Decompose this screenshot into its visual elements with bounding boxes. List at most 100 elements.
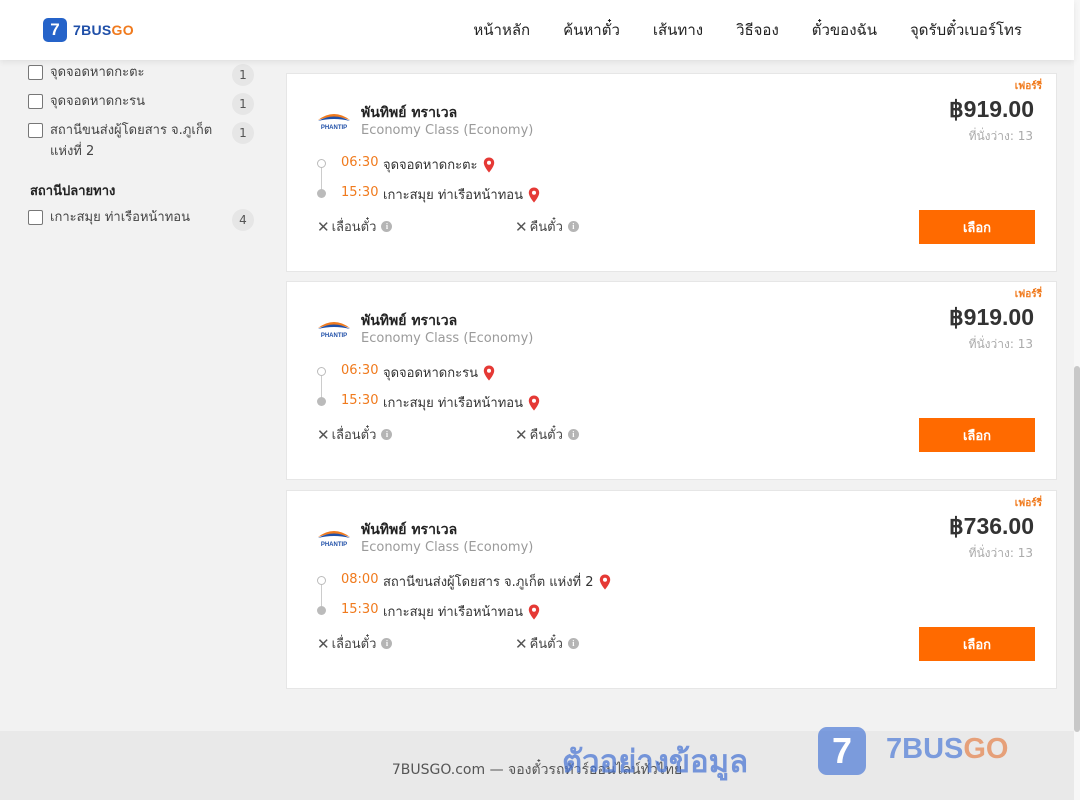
reschedule-policy: ✕ เลื่อนตั๋ว i bbox=[317, 216, 393, 237]
seats-available: ที่นั่งว่าง: 13 bbox=[968, 337, 1033, 351]
filter-count-badge: 1 bbox=[232, 122, 254, 144]
ferry-tag: เฟอร์รี่ bbox=[1014, 498, 1042, 509]
reschedule-label: เลื่อนตั๋ว bbox=[331, 220, 377, 235]
operator-logo: PHANTIP bbox=[318, 531, 350, 548]
filter-origin-item[interactable]: จุดจอดหาดกะตะ 1 bbox=[28, 62, 256, 86]
ferry-tag: เฟอร์รี่ bbox=[1014, 81, 1042, 92]
info-icon[interactable]: i bbox=[381, 221, 393, 232]
nav-routes[interactable]: เส้นทาง bbox=[653, 18, 703, 42]
nav-home[interactable]: หน้าหลัก bbox=[473, 18, 530, 42]
map-pin-icon[interactable] bbox=[528, 395, 540, 411]
select-trip-button[interactable]: เลือก bbox=[919, 418, 1035, 452]
nav-how-to-book[interactable]: วิธีจอง bbox=[736, 18, 779, 42]
timeline-start-dot bbox=[317, 576, 326, 585]
seats-available: ที่นั่งว่าง: 13 bbox=[968, 546, 1033, 560]
reschedule-label: เลื่อนตั๋ว bbox=[331, 637, 377, 652]
info-icon[interactable]: i bbox=[381, 429, 393, 440]
depart-time: 08:00 bbox=[341, 572, 379, 587]
seat-class: Economy Class (Economy) bbox=[361, 331, 534, 346]
refund-label: คืนตั๋ว bbox=[529, 637, 563, 652]
scrollbar-thumb[interactable] bbox=[1074, 366, 1080, 732]
operator-logo-text: PHANTIP bbox=[321, 542, 347, 548]
operator-logo: PHANTIP bbox=[318, 322, 350, 339]
trip-card: เฟอร์รี่ PHANTIP พันทิพย์ ทราเวล Economy… bbox=[286, 281, 1057, 480]
trip-card: เฟอร์รี่ PHANTIP พันทิพย์ ทราเวล Economy… bbox=[286, 490, 1057, 689]
x-icon: ✕ bbox=[317, 634, 330, 653]
refund-policy: ✕ คืนตั๋ว i bbox=[515, 424, 579, 445]
watermark-brand: 7BUSGO bbox=[886, 733, 1008, 766]
operator-logo-text: PHANTIP bbox=[321, 333, 347, 339]
filter-checkbox[interactable] bbox=[28, 65, 43, 80]
logo-brand: 7BUS bbox=[73, 22, 112, 38]
arrive-time: 15:30 bbox=[341, 393, 379, 408]
filter-origin-item[interactable]: จุดจอดหาดกะรน 1 bbox=[28, 91, 256, 115]
watermark-caption: ตัวอย่างข้อมูล bbox=[562, 744, 749, 780]
seats-available: ที่นั่งว่าง: 13 bbox=[968, 129, 1033, 143]
map-pin-icon[interactable] bbox=[599, 574, 611, 590]
arrive-time: 15:30 bbox=[341, 185, 379, 200]
watermark-brand-main: 7BUS bbox=[886, 733, 964, 765]
filter-checkbox[interactable] bbox=[28, 94, 43, 109]
refund-policy: ✕ คืนตั๋ว i bbox=[515, 633, 579, 654]
timeline-end-dot bbox=[317, 397, 326, 406]
logo-brand-accent: GO bbox=[111, 22, 134, 38]
x-icon: ✕ bbox=[317, 425, 330, 444]
trip-price: ฿919.00 bbox=[949, 96, 1034, 122]
reschedule-policy: ✕ เลื่อนตั๋ว i bbox=[317, 633, 393, 654]
depart-time: 06:30 bbox=[341, 155, 379, 170]
arrive-place: เกาะสมุย ท่าเรือหน้าทอน bbox=[383, 601, 540, 622]
operator-name: พันทิพย์ ทราเวล bbox=[361, 105, 458, 121]
map-pin-icon[interactable] bbox=[528, 187, 540, 203]
trip-price: ฿736.00 bbox=[949, 513, 1034, 539]
arrive-place: เกาะสมุย ท่าเรือหน้าทอน bbox=[383, 392, 540, 413]
destination-section-title: สถานีปลายทาง bbox=[30, 184, 116, 199]
select-trip-button[interactable]: เลือก bbox=[919, 627, 1035, 661]
nav-search-tickets[interactable]: ค้นหาตั๋ว bbox=[563, 18, 620, 42]
timeline-start-dot bbox=[317, 159, 326, 168]
trip-card: เฟอร์รี่ PHANTIP พันทิพย์ ทราเวล Economy… bbox=[286, 73, 1057, 272]
filter-label: จุดจอดหาดกะตะ bbox=[50, 65, 145, 80]
reschedule-label: เลื่อนตั๋ว bbox=[331, 428, 377, 443]
site-logo[interactable]: 7 7BUSGO bbox=[43, 18, 134, 42]
refund-policy: ✕ คืนตั๋ว i bbox=[515, 216, 579, 237]
filter-checkbox[interactable] bbox=[28, 210, 43, 225]
nav-my-tickets[interactable]: ตั๋วของฉัน bbox=[812, 18, 877, 42]
x-icon: ✕ bbox=[515, 425, 528, 444]
filter-count-badge: 4 bbox=[232, 209, 254, 231]
arrive-place-label: เกาะสมุย ท่าเรือหน้าทอน bbox=[383, 396, 523, 411]
depart-place-label: สถานีขนส่งผู้โดยสาร จ.ภูเก็ต แห่งที่ 2 bbox=[383, 575, 594, 590]
watermark-logo-badge: 7 bbox=[818, 727, 866, 775]
timeline-end-dot bbox=[317, 189, 326, 198]
nav-ticket-pickup[interactable]: จุดรับตั๋วเบอร์โทร bbox=[910, 18, 1022, 42]
map-pin-icon[interactable] bbox=[528, 604, 540, 620]
logo-badge: 7 bbox=[43, 18, 67, 42]
timeline-end-dot bbox=[317, 606, 326, 615]
watermark-brand-accent: GO bbox=[963, 733, 1009, 765]
map-pin-icon[interactable] bbox=[483, 365, 495, 381]
ferry-tag: เฟอร์รี่ bbox=[1014, 289, 1042, 300]
operator-name: พันทิพย์ ทราเวล bbox=[361, 313, 458, 329]
depart-place: จุดจอดหาดกะตะ bbox=[383, 154, 495, 175]
filter-origin-item[interactable]: สถานีขนส่งผู้โดยสาร จ.ภูเก็ต แห่งที่ 2 1 bbox=[28, 120, 256, 162]
reschedule-policy: ✕ เลื่อนตั๋ว i bbox=[317, 424, 393, 445]
info-icon[interactable]: i bbox=[567, 221, 579, 232]
logo-text: 7BUSGO bbox=[73, 22, 134, 38]
refund-label: คืนตั๋ว bbox=[529, 220, 563, 235]
operator-logo-text: PHANTIP bbox=[321, 125, 347, 131]
depart-place-label: จุดจอดหาดกะตะ bbox=[383, 158, 478, 173]
timeline-start-dot bbox=[317, 367, 326, 376]
refund-label: คืนตั๋ว bbox=[529, 428, 563, 443]
info-icon[interactable]: i bbox=[567, 638, 579, 649]
filter-destination-item[interactable]: เกาะสมุย ท่าเรือหน้าทอน 4 bbox=[28, 207, 256, 231]
map-pin-icon[interactable] bbox=[483, 157, 495, 173]
filter-checkbox[interactable] bbox=[28, 123, 43, 138]
seat-class: Economy Class (Economy) bbox=[361, 540, 534, 555]
depart-place-label: จุดจอดหาดกะรน bbox=[383, 366, 478, 381]
info-icon[interactable]: i bbox=[567, 429, 579, 440]
filter-count-badge: 1 bbox=[232, 64, 254, 86]
arrive-place: เกาะสมุย ท่าเรือหน้าทอน bbox=[383, 184, 540, 205]
filter-label: จุดจอดหาดกะรน bbox=[50, 94, 145, 109]
select-trip-button[interactable]: เลือก bbox=[919, 210, 1035, 244]
operator-logo: PHANTIP bbox=[318, 114, 350, 131]
info-icon[interactable]: i bbox=[381, 638, 393, 649]
